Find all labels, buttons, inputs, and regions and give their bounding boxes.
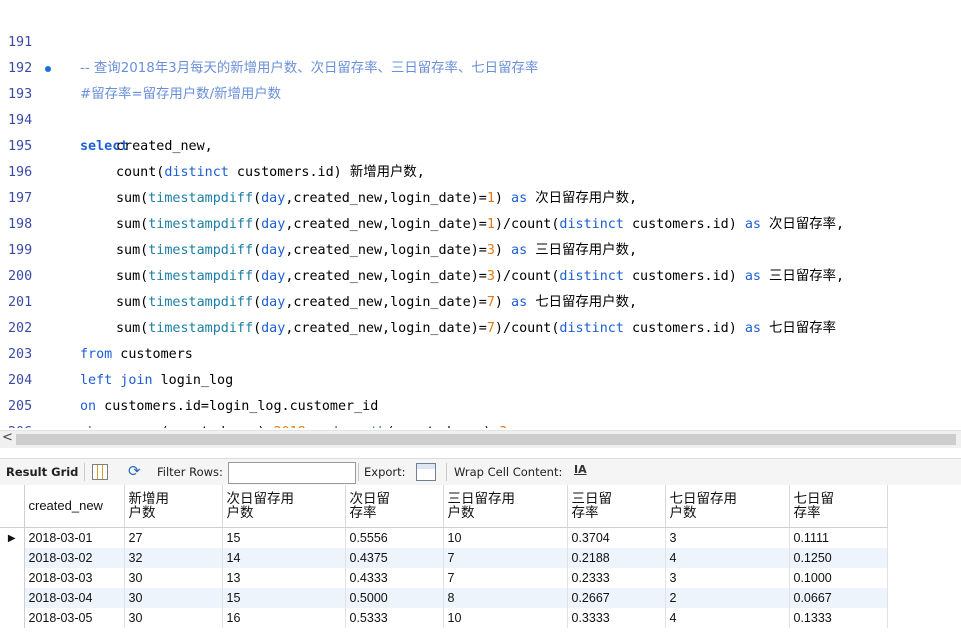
toolbar-separator — [84, 463, 85, 481]
code-line[interactable]: 199 sum(timestampdiff(day,created_new,lo… — [0, 212, 961, 284]
wrap-cell-content-label: Wrap Cell Content: — [454, 465, 563, 479]
table-cell[interactable]: 0.1250 — [789, 548, 888, 568]
table-cell[interactable]: 0.5556 — [345, 527, 444, 548]
table-cell[interactable]: 30 — [124, 608, 223, 628]
table-cell[interactable]: 4 — [665, 608, 790, 628]
code-line[interactable]: 191 -- 查询2018年3月每天的新增用户数、次日留存率、三日留存率、七日留… — [0, 4, 961, 76]
result-grid[interactable]: created_new 新增用 户数 次日留存用 户数 次日留 存率 三日留存用… — [0, 485, 961, 638]
code-line[interactable]: 198 sum(timestampdiff(day,created_new,lo… — [0, 186, 961, 258]
export-label: Export: — [364, 465, 406, 479]
result-table: created_new 新增用 户数 次日留存用 户数 次日留 存率 三日留存用… — [0, 485, 888, 628]
table-cell[interactable]: 2018-03-03 — [24, 568, 125, 588]
sql-editor[interactable]: 191 -- 查询2018年3月每天的新增用户数、次日留存率、三日留存率、七日留… — [0, 0, 961, 428]
table-cell[interactable]: 30 — [124, 568, 223, 588]
code-line[interactable]: 192 #留存率=留存用户数/新增用户数 — [0, 30, 961, 102]
result-toolbar: Result Grid ⟳ Filter Rows: Export: Wrap … — [0, 458, 961, 486]
table-cell[interactable]: 0.1000 — [789, 568, 888, 588]
row-marker — [0, 548, 25, 568]
code-line[interactable]: 197 sum(timestampdiff(day,created_new,lo… — [0, 160, 961, 232]
table-cell[interactable]: 0.2188 — [567, 548, 666, 568]
statement-marker-icon[interactable] — [45, 66, 51, 72]
column-header[interactable]: 三日留 存率 — [567, 485, 666, 528]
line-number: 206 — [8, 420, 68, 428]
table-cell[interactable]: 2018-03-05 — [24, 608, 125, 628]
table-cell[interactable]: 7 — [443, 548, 568, 568]
table-cell[interactable]: 7 — [443, 568, 568, 588]
column-header[interactable]: 七日留存用 户数 — [665, 485, 790, 528]
table-cell[interactable]: 0.0667 — [789, 588, 888, 608]
row-marker — [0, 568, 25, 588]
toolbar-separator — [358, 463, 359, 481]
table-cell[interactable]: 0.4333 — [345, 568, 444, 588]
column-header[interactable]: 三日留存用 户数 — [443, 485, 568, 528]
table-cell[interactable]: 0.5333 — [345, 608, 444, 628]
table-cell[interactable]: 2 — [665, 588, 790, 608]
code-line[interactable]: 196 sum(timestampdiff(day,created_new,lo… — [0, 134, 961, 206]
result-grid-tab[interactable]: Result Grid — [6, 465, 78, 479]
scroll-left-arrow-icon[interactable]: < — [2, 430, 13, 445]
column-header[interactable]: 七日留 存率 — [789, 485, 888, 528]
code-line[interactable]: 201 sum(timestampdiff(day,created_new,lo… — [0, 264, 961, 336]
table-cell[interactable]: 16 — [222, 608, 346, 628]
table-cell[interactable]: 2018-03-04 — [24, 588, 125, 608]
wrap-cell-content-icon[interactable]: IA — [574, 463, 587, 476]
table-cell[interactable]: 0.1111 — [789, 527, 888, 548]
code-line[interactable]: 195 count(distinct customers.id) 新增用户数, — [0, 108, 961, 180]
table-cell[interactable]: 0.3704 — [567, 527, 666, 548]
code-line[interactable]: 194 created_new, — [0, 82, 961, 154]
table-cell[interactable]: 27 — [124, 527, 223, 548]
code-line[interactable]: 200 sum(timestampdiff(day,created_new,lo… — [0, 238, 961, 310]
editor-horizontal-scrollbar[interactable]: < — [0, 430, 961, 448]
table-row[interactable]: 2018-03-05 30 16 0.5333 10 0.3333 4 0.13… — [0, 608, 888, 628]
table-cell[interactable]: 8 — [443, 588, 568, 608]
table-cell[interactable]: 2018-03-02 — [24, 548, 125, 568]
code-line[interactable]: 202 from customers — [0, 290, 961, 362]
column-header[interactable]: 次日留 存率 — [345, 485, 444, 528]
table-cell[interactable]: 2018-03-01 — [24, 527, 125, 548]
column-header[interactable]: 新增用 户数 — [124, 485, 223, 528]
code-text: where year(created_new)=2018 and month(c… — [80, 420, 507, 428]
table-cell[interactable]: 10 — [443, 527, 568, 548]
filter-rows-input[interactable] — [228, 462, 356, 484]
grid-view-icon[interactable] — [92, 464, 108, 480]
table-cell[interactable]: 32 — [124, 548, 223, 568]
table-row[interactable]: 2018-03-03 30 13 0.4333 7 0.2333 3 0.100… — [0, 568, 888, 588]
table-cell[interactable]: 3 — [665, 568, 790, 588]
code-line[interactable]: 206 group by created_new; — [0, 394, 961, 428]
table-row[interactable]: 2018-03-04 30 15 0.5000 8 0.2667 2 0.066… — [0, 588, 888, 608]
header-row: created_new 新增用 户数 次日留存用 户数 次日留 存率 三日留存用… — [0, 485, 888, 528]
table-cell[interactable]: 15 — [222, 527, 346, 548]
code-line[interactable]: 204 on customers.id=login_log.customer_i… — [0, 342, 961, 414]
table-row[interactable]: 2018-03-02 32 14 0.4375 7 0.2188 4 0.125… — [0, 548, 888, 568]
table-cell[interactable]: 0.1333 — [789, 608, 888, 628]
toolbar-separator — [446, 463, 447, 481]
code-line[interactable]: 205 where year(created_new)=2018 and mon… — [0, 368, 961, 428]
refresh-icon[interactable]: ⟳ — [128, 462, 141, 480]
row-marker — [0, 608, 25, 628]
scrollbar-thumb[interactable] — [16, 434, 956, 445]
export-icon[interactable] — [416, 463, 436, 481]
table-cell[interactable]: 0.3333 — [567, 608, 666, 628]
code-line[interactable]: 193 select — [0, 56, 961, 154]
current-row-marker-icon: ▶ — [0, 527, 25, 548]
table-cell[interactable]: 13 — [222, 568, 346, 588]
table-cell[interactable]: 0.4375 — [345, 548, 444, 568]
table-cell[interactable]: 15 — [222, 588, 346, 608]
table-cell[interactable]: 10 — [443, 608, 568, 628]
column-header[interactable]: 次日留存用 户数 — [222, 485, 346, 528]
table-cell[interactable]: 0.5000 — [345, 588, 444, 608]
table-cell[interactable]: 30 — [124, 588, 223, 608]
row-marker — [0, 588, 25, 608]
table-cell[interactable]: 3 — [665, 527, 790, 548]
column-header[interactable]: created_new — [24, 485, 125, 528]
table-row[interactable]: ▶ 2018-03-01 27 15 0.5556 10 0.3704 3 0.… — [0, 527, 888, 548]
table-cell[interactable]: 4 — [665, 548, 790, 568]
code-line[interactable]: 203 left join login_log — [0, 316, 961, 388]
table-cell[interactable]: 0.2333 — [567, 568, 666, 588]
table-cell[interactable]: 14 — [222, 548, 346, 568]
table-cell[interactable]: 0.2667 — [567, 588, 666, 608]
filter-rows-label: Filter Rows: — [157, 465, 223, 479]
row-marker-header — [0, 485, 25, 528]
